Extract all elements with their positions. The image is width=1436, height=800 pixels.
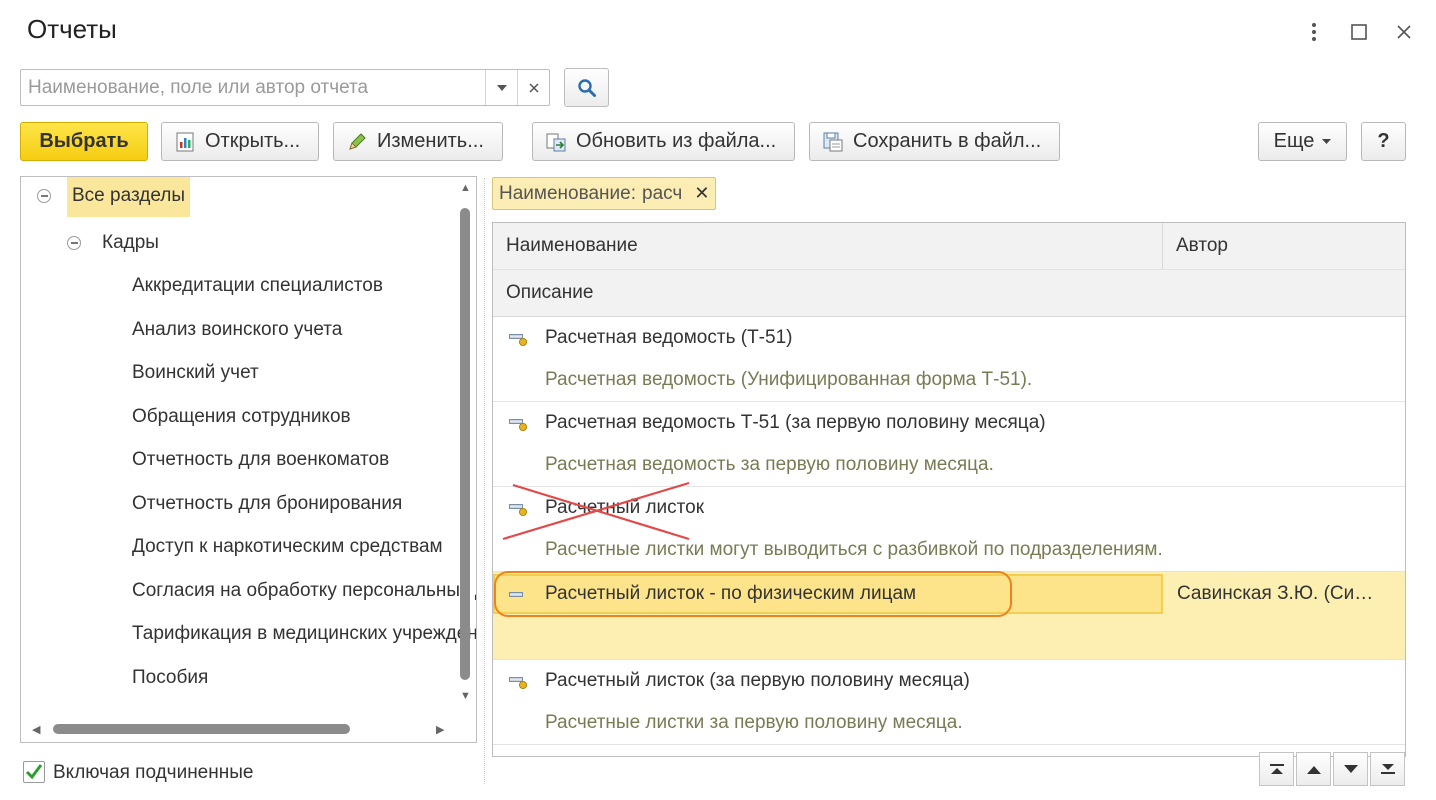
maximize-icon[interactable] <box>1343 16 1375 48</box>
move-to-bottom-button[interactable] <box>1370 752 1405 786</box>
report-option-icon <box>509 419 527 431</box>
more-button[interactable]: Еще <box>1258 122 1347 161</box>
tree-node-all-sections[interactable]: Все разделы <box>21 177 190 217</box>
open-button[interactable]: Открыть... <box>161 122 319 161</box>
highlight-outline <box>494 571 1012 617</box>
column-header-description[interactable]: Описание <box>493 269 1405 317</box>
include-subordinate-checkbox[interactable] <box>23 761 45 783</box>
chevron-down-icon <box>1322 139 1332 144</box>
tree-node-label: Кадры <box>102 232 159 253</box>
report-name: Расчетный листок (за первую половину мес… <box>545 670 970 691</box>
dropdown-button[interactable] <box>485 70 517 105</box>
load-file-icon <box>546 133 566 151</box>
column-header-name[interactable]: Наименование <box>493 223 1163 269</box>
chevron-down-icon <box>496 84 507 91</box>
search-button[interactable] <box>564 68 609 107</box>
scroll-up-icon[interactable]: ▲ <box>460 182 471 194</box>
search-field <box>20 69 550 106</box>
checkmark-icon <box>25 764 43 780</box>
table-row[interactable]: Расчетная ведомость (Т-51) Расчетная вед… <box>493 317 1405 402</box>
table-row[interactable]: Расчетный листок (за первую половину мес… <box>493 660 1405 745</box>
tree-item[interactable]: Отчетность для военкоматов <box>132 443 389 477</box>
tree-node-label: Все разделы <box>67 177 190 217</box>
table-row-selected[interactable]: Расчетный листок - по физическим лицам С… <box>493 571 1405 660</box>
tree-item[interactable]: Аккредитации специалистов <box>132 269 383 303</box>
filter-chip-label: Наименование: <box>499 182 636 204</box>
report-icon <box>176 132 194 151</box>
window-title: Отчеты <box>27 14 117 44</box>
more-button-label: Еще <box>1273 130 1315 152</box>
panel-splitter[interactable] <box>484 178 485 784</box>
pencil-icon <box>349 132 366 150</box>
collapse-icon[interactable] <box>67 236 81 250</box>
tree-item[interactable]: Тарификация в медицинских учреждениях <box>132 617 476 651</box>
tree-item[interactable]: Обращения сотрудников <box>132 400 351 434</box>
search-input[interactable] <box>21 70 485 105</box>
table-row[interactable]: Расчетный листок Расчетные листки могут … <box>493 481 1405 572</box>
report-author: Савинская З.Ю. (Си… <box>1177 583 1374 604</box>
scroll-right-icon[interactable]: ▶ <box>436 723 444 736</box>
include-subordinate-label: Включая подчиненные <box>53 762 254 783</box>
report-option-icon <box>509 334 527 346</box>
save-to-file-label: Сохранить в файл... <box>853 130 1042 152</box>
clear-search-button[interactable] <box>517 70 549 105</box>
move-up-button[interactable] <box>1296 752 1331 786</box>
save-to-file-button[interactable]: Сохранить в файл... <box>809 122 1060 161</box>
filter-chip: Наименование: расч ✕ <box>492 177 717 210</box>
move-to-top-button[interactable] <box>1259 752 1294 786</box>
vertical-scrollbar-thumb[interactable] <box>460 208 470 680</box>
more-menu-icon[interactable] <box>1298 16 1330 48</box>
clear-icon <box>528 82 539 93</box>
report-description: Расчетная ведомость (Унифицированная фор… <box>545 369 1033 390</box>
edit-button[interactable]: Изменить... <box>333 122 503 161</box>
tree-node-group[interactable]: Кадры <box>21 226 159 260</box>
report-option-icon <box>509 677 527 689</box>
sections-tree: Все разделы Кадры Аккредитации специалис… <box>20 176 477 743</box>
search-icon <box>577 78 596 97</box>
update-from-file-button[interactable]: Обновить из файла... <box>532 122 795 161</box>
edit-button-label: Изменить... <box>377 130 484 152</box>
move-down-button[interactable] <box>1333 752 1368 786</box>
select-button[interactable]: Выбрать <box>20 122 148 161</box>
scroll-down-icon[interactable]: ▼ <box>460 690 471 702</box>
update-from-file-label: Обновить из файла... <box>576 130 777 152</box>
tree-item[interactable]: Доступ к наркотическим средствам <box>132 530 443 564</box>
move-bottom-icon <box>1380 764 1395 774</box>
horizontal-scrollbar-thumb[interactable] <box>53 724 350 734</box>
report-name: Расчетная ведомость Т-51 (за первую поло… <box>545 412 1046 433</box>
tree-item[interactable]: Согласия на обработку персональных данны… <box>132 574 476 608</box>
help-button[interactable]: ? <box>1361 122 1406 161</box>
reports-table: Наименование Автор Описание Расчетная ве… <box>492 222 1406 757</box>
filter-chip-value: расч <box>642 182 683 204</box>
close-icon[interactable] <box>1388 16 1420 48</box>
save-file-icon <box>823 132 843 151</box>
column-header-author[interactable]: Автор <box>1163 223 1405 269</box>
scroll-left-icon[interactable]: ◀ <box>32 723 40 736</box>
move-top-icon <box>1269 764 1284 774</box>
tree-item[interactable]: Воинский учет <box>132 356 259 390</box>
arrow-up-icon <box>1306 765 1321 774</box>
report-description: Расчетные листки за первую половину меся… <box>545 712 963 733</box>
tree-item[interactable]: Анализ воинского учета <box>132 313 342 347</box>
cross-out-mark <box>502 481 690 541</box>
collapse-icon[interactable] <box>37 189 51 203</box>
report-name: Расчетная ведомость (Т-51) <box>545 327 793 348</box>
remove-filter-icon[interactable]: ✕ <box>694 183 709 204</box>
tree-item[interactable]: Пособия <box>132 661 208 695</box>
open-button-label: Открыть... <box>205 130 301 152</box>
arrow-down-icon <box>1343 764 1358 773</box>
table-row[interactable]: Расчетная ведомость Т-51 (за первую поло… <box>493 402 1405 487</box>
tree-item[interactable]: Отчетность для бронирования <box>132 487 402 521</box>
report-description: Расчетная ведомость за первую половину м… <box>545 454 994 475</box>
